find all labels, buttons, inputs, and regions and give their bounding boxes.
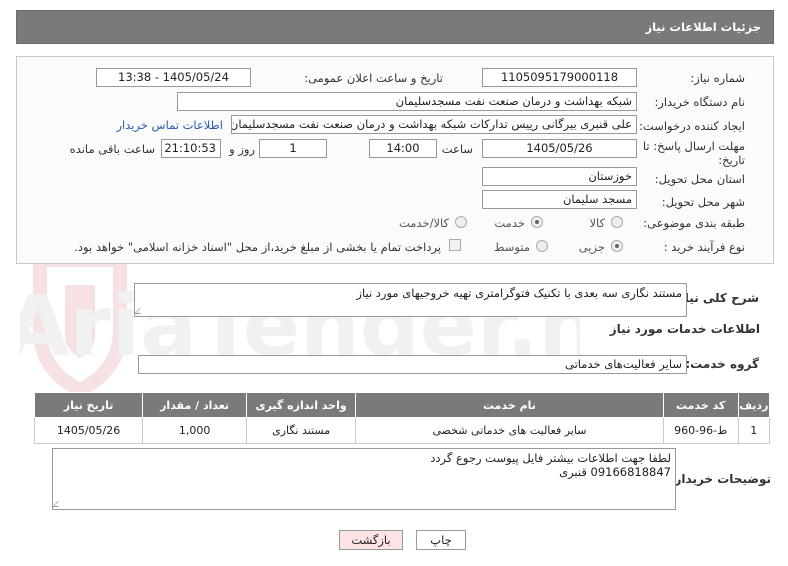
creator-label: ایجاد کننده درخواست: — [639, 119, 745, 133]
resize-handle-icon[interactable] — [134, 308, 146, 314]
remaining-time-field[interactable]: 21:10:53 — [161, 139, 221, 158]
cell-need-date: 1405/05/26 — [33, 417, 144, 444]
col-header-quantity: تعداد / مقدار — [142, 392, 248, 418]
col-header-need-date: تاریخ نیاز — [33, 392, 144, 418]
table-header-row: ردیف کد خدمت نام خدمت واحد اندازه گیری ت… — [33, 392, 771, 418]
treasury-checkbox[interactable] — [449, 239, 461, 251]
resize-handle-icon[interactable] — [52, 501, 64, 507]
buyer-notes-line-1: لطفا جهت اطلاعات بیشتر فایل پیوست رجوع گ… — [430, 451, 671, 465]
category-radio-goods-service[interactable] — [455, 216, 467, 228]
process-option-minor: جزیی — [578, 240, 605, 254]
category-radio-goods[interactable] — [611, 216, 623, 228]
buyer-notes-line-2: 09166818847 قنبری — [559, 465, 671, 479]
city-field[interactable]: مسجد سلیمان — [482, 190, 637, 209]
category-option-goods: کالا — [589, 216, 605, 230]
province-label: استان محل تحویل: — [654, 172, 745, 186]
category-option-service: خدمت — [494, 216, 525, 230]
buyer-notes-label: توضیحات خریدار: — [669, 472, 771, 486]
table-row[interactable]: 1 ط-96-960 سایر فعالیت های خدماتی شخصی م… — [33, 417, 771, 444]
page-header: جزئیات اطلاعات نیاز — [16, 10, 774, 44]
treasury-note: پرداخت تمام یا بخشی از مبلغ خرید،از محل … — [74, 240, 441, 254]
days-label: روز و — [229, 142, 255, 156]
buyer-org-label: نام دستگاه خریدار: — [654, 95, 745, 109]
back-button[interactable]: بازگشت — [339, 530, 403, 550]
deadline-date-field[interactable]: 1405/05/26 — [482, 139, 637, 158]
deadline-label-2: تاریخ: — [718, 153, 745, 167]
need-number-field[interactable]: 1105095179000118 — [482, 68, 637, 87]
service-group-field[interactable]: سایر فعالیت‌های خدماتی — [138, 355, 687, 374]
page-title: جزئیات اطلاعات نیاز — [645, 20, 761, 34]
process-label: نوع فرآیند خرید : — [663, 240, 745, 254]
days-field[interactable]: 1 — [259, 139, 327, 158]
service-group-label: گروه خدمت: — [685, 357, 759, 371]
deadline-time-field[interactable]: 14:00 — [369, 139, 437, 158]
process-radio-medium[interactable] — [536, 240, 548, 252]
need-number-label: شماره نیاز: — [690, 71, 745, 85]
deadline-time-label: ساعت — [441, 142, 473, 156]
process-option-medium: متوسط — [493, 240, 530, 254]
buyer-notes-field[interactable]: لطفا جهت اطلاعات بیشتر فایل پیوست رجوع گ… — [52, 448, 676, 510]
need-info-panel: شماره نیاز: 1105095179000118 تاریخ و ساع… — [16, 56, 774, 264]
description-text: مستند نگاری سه بعدی با تکنیک فتوگرامتری … — [356, 286, 682, 300]
cell-row-number: 1 — [737, 417, 771, 444]
cell-quantity: 1,000 — [142, 417, 248, 444]
remaining-label: ساعت باقی مانده — [69, 142, 155, 156]
cell-service-name: سایر فعالیت های خدماتی شخصی — [355, 417, 664, 444]
contact-buyer-link[interactable]: اطلاعات تماس خریدار — [116, 118, 223, 132]
deadline-label-1: مهلت ارسال پاسخ: تا — [642, 139, 745, 153]
province-field[interactable]: خوزستان — [482, 167, 637, 186]
process-radio-minor[interactable] — [611, 240, 623, 252]
city-label: شهر محل تحویل: — [661, 195, 745, 209]
col-header-service-name: نام خدمت — [355, 392, 664, 418]
watermark-shield-icon — [33, 253, 127, 398]
description-field[interactable]: مستند نگاری سه بعدی با تکنیک فتوگرامتری … — [134, 283, 687, 317]
category-option-goods-service: کالا/خدمت — [398, 216, 449, 230]
services-title: اطلاعات خدمات مورد نیاز — [609, 322, 760, 336]
print-button[interactable]: چاپ — [416, 530, 466, 550]
announce-field[interactable]: 1405/05/24 - 13:38 — [96, 68, 251, 87]
col-header-service-code: کد خدمت — [662, 392, 739, 418]
announce-label: تاریخ و ساعت اعلان عمومی: — [304, 71, 443, 85]
creator-field[interactable]: علی قنبری بیرگانی رییس تدارکات شبکه بهدا… — [231, 115, 637, 134]
category-radio-service[interactable] — [531, 216, 543, 228]
aria-tender-watermark: AriaTender.net — [20, 253, 580, 398]
category-label: طبقه بندی موضوعی: — [643, 216, 745, 230]
services-table: ردیف کد خدمت نام خدمت واحد اندازه گیری ت… — [33, 392, 771, 444]
cell-unit: مستند نگاری — [246, 417, 357, 444]
buyer-org-field[interactable]: شبکه بهداشت و درمان صنعت نفت مسجدسلیمان — [177, 92, 637, 111]
col-header-unit: واحد اندازه گیری — [246, 392, 357, 418]
cell-service-code: ط-96-960 — [662, 417, 739, 444]
col-header-row-number: ردیف — [737, 392, 771, 418]
